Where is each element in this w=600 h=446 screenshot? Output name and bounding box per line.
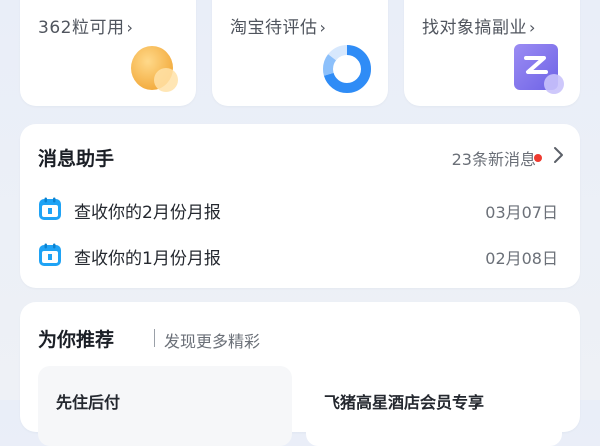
recommend-tile-fliggy-hotel[interactable]: 飞猪高星酒店会员专享 — [306, 366, 562, 446]
progress-ring-icon — [323, 45, 371, 93]
recommend-card: 为你推荐 发现更多精彩 先住后付 飞猪高星酒店会员专享 — [20, 302, 580, 446]
new-message-count[interactable]: 23条新消息 — [452, 146, 536, 170]
chevron-right-icon[interactable] — [550, 146, 566, 164]
calendar-icon — [39, 243, 61, 266]
section-subtitle: 发现更多精彩 — [164, 332, 261, 351]
divider — [154, 329, 155, 347]
chevron-right-icon: › — [529, 18, 536, 37]
message-item[interactable]: 查收你的1月份月报 02月08日 — [38, 242, 562, 269]
chevron-right-icon: › — [126, 18, 134, 37]
message-text: 查收你的2月份月报 — [74, 203, 221, 223]
calendar-icon — [39, 197, 61, 220]
message-date: 02月08日 — [485, 249, 558, 268]
tile-label: 先住后付 — [56, 393, 121, 412]
message-text: 查收你的1月份月报 — [74, 249, 221, 269]
chevron-right-icon: › — [319, 18, 327, 37]
message-assistant-card: 消息助手 23条新消息 查收你的2月份月报 03月07日 查收你的1月份月报 0… — [20, 124, 580, 288]
top-card-subtitle: 淘宝待评估 › — [230, 18, 327, 38]
tile-label: 飞猪高星酒店会员专享 — [324, 393, 485, 412]
top-card-beans[interactable]: 362粒可用 › — [20, 0, 196, 106]
section-title: 为你推荐 — [38, 329, 115, 351]
message-date: 03月07日 — [485, 203, 558, 222]
recommend-tile-pay-later[interactable]: 先住后付 — [38, 366, 292, 446]
z-app-icon — [514, 44, 564, 94]
top-card-subtitle: 362粒可用 › — [38, 18, 134, 38]
top-card-taobao[interactable]: 淘宝待评估 › — [212, 0, 388, 106]
unread-dot — [534, 154, 542, 162]
golden-bean-icon — [131, 46, 178, 92]
message-item[interactable]: 查收你的2月份月报 03月07日 — [38, 196, 562, 223]
section-title: 消息助手 — [38, 148, 115, 170]
top-card-subtitle: 找对象搞副业 › — [422, 18, 536, 38]
top-card-dating[interactable]: 找对象搞副业 › — [404, 0, 580, 106]
